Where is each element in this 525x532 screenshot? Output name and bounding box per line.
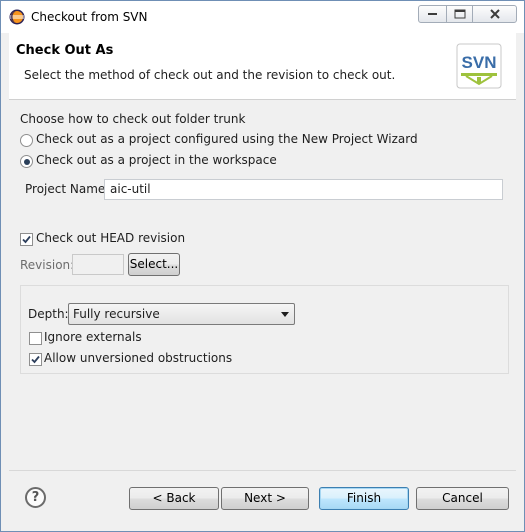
close-icon	[489, 9, 500, 19]
cancel-button[interactable]: Cancel	[416, 487, 509, 510]
depth-label: Depth:	[28, 307, 69, 321]
help-icon[interactable]: ?	[25, 487, 46, 508]
back-button[interactable]: < Back	[129, 487, 219, 510]
ignore-externals-label[interactable]: Ignore externals	[44, 330, 142, 344]
checkmark-icon	[22, 235, 31, 244]
ignore-externals-checkbox[interactable]	[29, 332, 42, 345]
depth-select[interactable]: Fully recursive	[68, 303, 295, 325]
radio-new-project-wizard-label[interactable]: Check out as a project configured using …	[36, 132, 418, 146]
allow-unversioned-label[interactable]: Allow unversioned obstructions	[44, 351, 232, 365]
finish-button[interactable]: Finish	[319, 487, 409, 510]
revision-input[interactable]	[72, 254, 124, 275]
checkmark-icon	[31, 355, 40, 364]
window-title: Checkout from SVN	[31, 10, 148, 24]
checkout-method-heading: Choose how to check out folder trunk	[20, 112, 246, 126]
chevron-down-icon	[281, 312, 289, 317]
close-button[interactable]	[472, 5, 517, 23]
head-revision-checkbox[interactable]	[20, 233, 33, 246]
allow-unversioned-checkbox[interactable]	[29, 353, 42, 366]
checkout-dialog: Checkout from SVN Check Out As Select th…	[0, 0, 525, 532]
revision-label: Revision:	[20, 258, 75, 272]
maximize-icon	[454, 9, 465, 19]
radio-project-in-workspace[interactable]	[20, 155, 33, 168]
page-description: Select the method of check out and the r…	[24, 68, 396, 82]
eclipse-icon	[9, 9, 25, 25]
head-revision-label[interactable]: Check out HEAD revision	[36, 231, 185, 245]
minimize-button[interactable]	[418, 5, 447, 23]
minimize-icon	[427, 13, 437, 15]
footer-separator	[9, 470, 516, 471]
page-title: Check Out As	[16, 43, 114, 58]
options-group: Depth: Fully recursive Ignore externals …	[20, 285, 509, 374]
project-name-input[interactable]: aic-util	[104, 179, 503, 200]
header-banner: Check Out As Select the method of check …	[9, 33, 516, 100]
svg-text:SVN: SVN	[462, 53, 497, 72]
next-button[interactable]: Next >	[221, 487, 309, 510]
radio-project-in-workspace-label[interactable]: Check out as a project in the workspace	[36, 153, 277, 167]
radio-new-project-wizard[interactable]	[20, 134, 33, 147]
title-bar[interactable]: Checkout from SVN	[1, 1, 524, 33]
select-revision-button[interactable]: Select...	[128, 253, 180, 276]
project-name-label: Project Name:	[25, 182, 110, 196]
svn-logo: SVN	[456, 43, 502, 89]
depth-select-value: Fully recursive	[73, 307, 160, 321]
maximize-button[interactable]	[446, 5, 473, 23]
